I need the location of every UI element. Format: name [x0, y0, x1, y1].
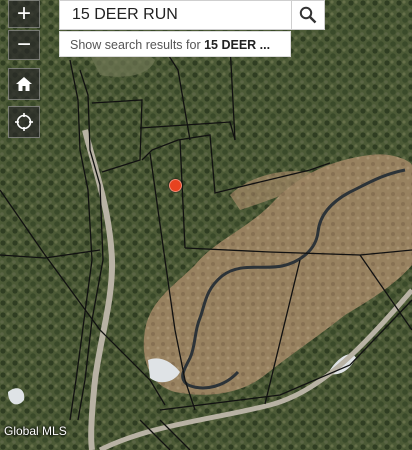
zoom-in-icon: + — [16, 0, 31, 27]
property-marker[interactable] — [169, 179, 182, 192]
zoom-in-button[interactable]: + — [8, 0, 40, 28]
zoom-out-icon: − — [16, 31, 31, 58]
search-suggestion[interactable]: Show search results for 15 DEER ... — [59, 31, 291, 57]
search-input[interactable]: 15 DEER RUN — [60, 6, 298, 24]
locate-button[interactable] — [8, 106, 40, 138]
zoom-out-button[interactable]: − — [8, 30, 40, 60]
locate-icon — [15, 113, 33, 131]
search-icon — [299, 6, 317, 24]
suggestion-prefix: Show search results for — [70, 38, 205, 52]
search-bar: 15 DEER RUN — [59, 0, 325, 30]
suggestion-query: 15 DEER ... — [204, 38, 271, 52]
home-button[interactable] — [8, 68, 40, 100]
map-canvas[interactable] — [0, 0, 412, 450]
watermark-label: Global MLS — [4, 424, 67, 438]
home-icon — [16, 77, 32, 91]
search-button[interactable] — [291, 0, 325, 30]
